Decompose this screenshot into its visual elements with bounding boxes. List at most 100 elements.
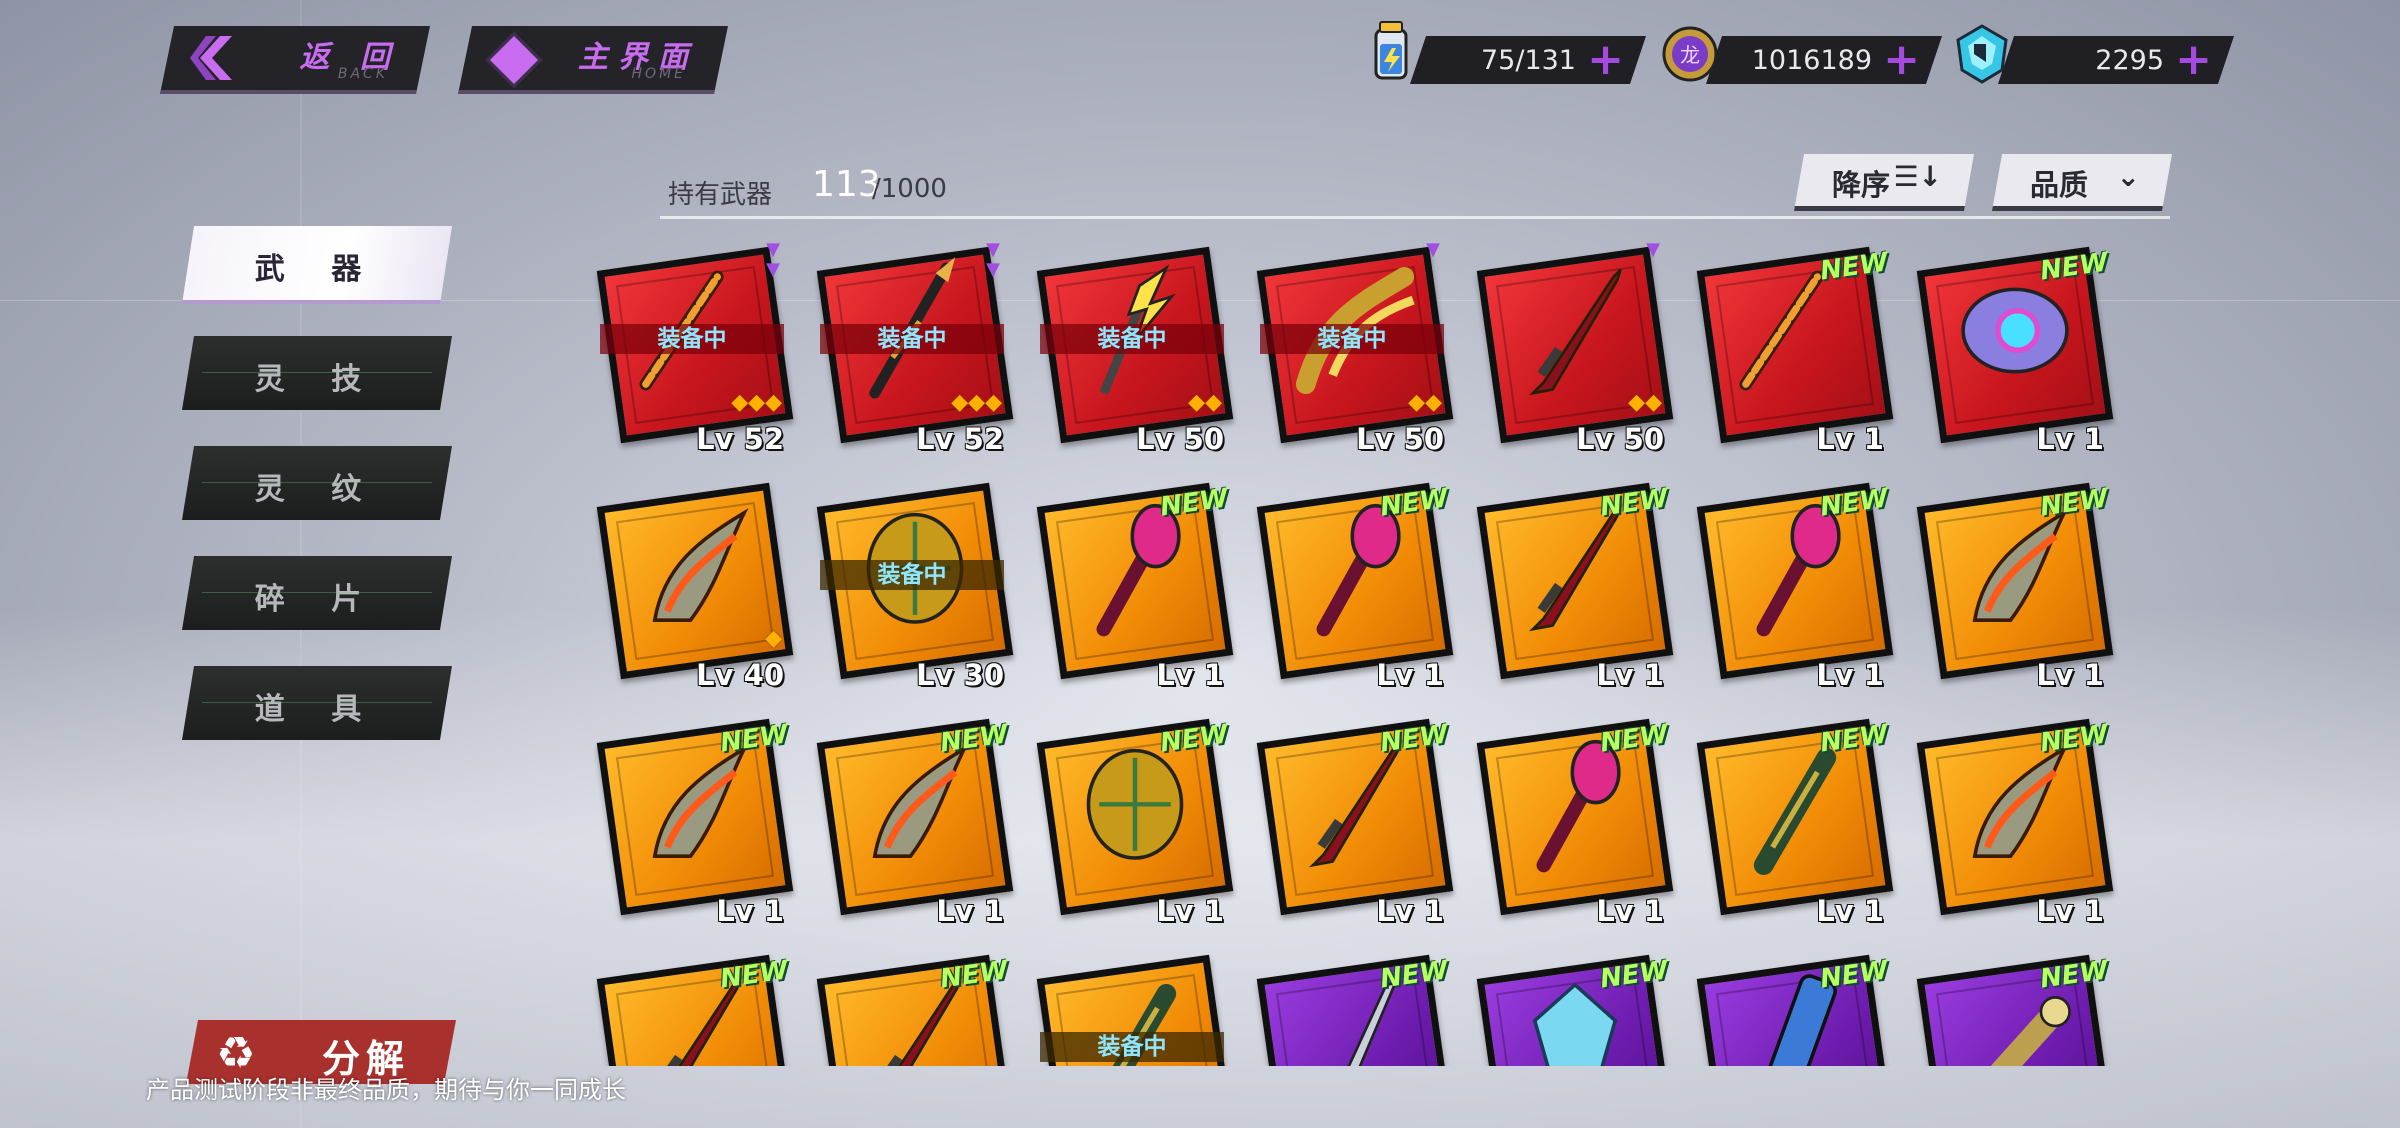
weapon-slot[interactable]: NEW [1250, 948, 1454, 1066]
rank-marker-icon: ▼ [1646, 240, 1660, 260]
tab-weapons[interactable]: 武 器 [182, 226, 452, 304]
weapon-slot[interactable]: NEW Lv 1 [1470, 476, 1674, 692]
star-rating: ◆◆ [1188, 390, 1222, 415]
home-sublabel: HOME [631, 66, 686, 82]
weapon-slot[interactable]: NEW Lv 1 [1250, 476, 1454, 692]
footer-notice: 产品测试阶段非最终品质，期待与你一同成长 [146, 1076, 626, 1104]
star-rating: ◆◆◆ [731, 390, 782, 415]
weapon-slot[interactable]: 装备中 ▼ ▼ ◆◆◆ Lv 52 [810, 240, 1014, 456]
crystal-icon [1956, 24, 2008, 84]
energy-value: 75/131 [1481, 45, 1576, 76]
weapon-slot[interactable]: NEW Lv 1 [1030, 712, 1234, 928]
weapon-slot[interactable]: NEW Lv 1 [1910, 240, 2114, 456]
weapon-slot[interactable]: NEW Lv 1 [1470, 712, 1674, 928]
add-crystal-button[interactable]: + [2175, 38, 2212, 82]
tab-label: 碎 片 [254, 582, 380, 617]
weapon-slot[interactable]: NEW [1690, 948, 1894, 1066]
weapon-slot[interactable]: NEW Lv 1 [1910, 712, 2114, 928]
sort-descending-icon: ☰↓ [1893, 160, 1942, 193]
weapon-slot[interactable]: NEW Lv 1 [1250, 712, 1454, 928]
crystal-value: 2295 [2095, 45, 2164, 76]
rank-marker-icon: ▼ ▼ [986, 240, 1000, 280]
weapon-slot[interactable]: 装备中 ▼ ▼ ◆◆◆ Lv 52 [590, 240, 794, 456]
weapon-slot[interactable]: 装备中 Lv 30 [810, 476, 1014, 692]
weapon-level: Lv 50 [1136, 422, 1224, 456]
weapon-slot[interactable]: 装备中 ▼ ◆◆ Lv 50 [1250, 240, 1454, 456]
tab-items[interactable]: 道 具 [182, 666, 452, 740]
weapon-level: Lv 1 [1816, 422, 1884, 456]
weapon-slot[interactable]: 装备中 [1030, 948, 1234, 1066]
weapon-level: Lv 1 [2036, 658, 2104, 692]
tab-label: 灵 纹 [254, 472, 380, 507]
weapon-slot[interactable]: NEW Lv 1 [590, 712, 794, 928]
weapon-slot[interactable]: NEW [1470, 948, 1674, 1066]
weapon-slot[interactable]: NEW [1910, 948, 2114, 1066]
star-rating: ◆ [765, 626, 782, 651]
header-divider [660, 216, 2170, 219]
weapon-level: Lv 1 [1376, 894, 1444, 928]
coin-icon: 龙 [1662, 26, 1718, 82]
rank-marker-icon: ▼ [1426, 240, 1440, 260]
weapon-slot[interactable]: NEW Lv 1 [1910, 476, 2114, 692]
weapon-slot[interactable]: NEW [590, 948, 794, 1066]
weapon-level: Lv 1 [1596, 658, 1664, 692]
svg-text:龙: 龙 [1680, 43, 1700, 67]
back-sublabel: BACK [337, 66, 388, 82]
weapon-slot[interactable]: 装备中 ◆◆ Lv 50 [1030, 240, 1234, 456]
weapon-slot[interactable]: NEW Lv 1 [1030, 476, 1234, 692]
weapon-level: Lv 1 [1596, 894, 1664, 928]
back-arrow-icon [190, 36, 240, 80]
weapon-slot[interactable]: NEW Lv 1 [1690, 240, 1894, 456]
tab-runes[interactable]: 灵 纹 [182, 446, 452, 520]
weapon-level: Lv 1 [1156, 658, 1224, 692]
equipped-badge: 装备中 [820, 324, 1004, 354]
tab-label: 武 器 [254, 252, 380, 287]
weapon-level: Lv 1 [1816, 658, 1884, 692]
weapon-slot[interactable]: ▼ ◆◆ Lv 50 [1470, 240, 1674, 456]
flame-claw-icon [652, 508, 749, 622]
weapon-level: Lv 52 [696, 422, 784, 456]
tab-label: 道 具 [254, 692, 380, 727]
weapon-level: Lv 40 [696, 658, 784, 692]
star-rating: ◆◆ [1628, 390, 1662, 415]
owned-weapons-count: 113 [812, 164, 881, 205]
home-button[interactable]: 主界面 HOME [458, 26, 728, 94]
tab-skills[interactable]: 灵 技 [182, 336, 452, 410]
tab-fragments[interactable]: 碎 片 [182, 556, 452, 630]
equipped-badge: 装备中 [1040, 324, 1224, 354]
weapon-level: Lv 1 [2036, 894, 2104, 928]
coin-value: 1016189 [1751, 45, 1872, 76]
weapon-slot[interactable]: ◆ Lv 40 [590, 476, 794, 692]
energy-icon [1374, 21, 1408, 80]
rank-marker-icon: ▼ ▼ [766, 240, 780, 280]
add-energy-button[interactable]: + [1587, 38, 1624, 82]
sort-order-button[interactable]: 降序 ☰↓ [1794, 154, 1974, 211]
coin-counter: 1016189 + [1706, 36, 1942, 84]
equipped-badge: 装备中 [600, 324, 784, 354]
energy-counter: 75/131 + [1410, 36, 1646, 84]
weapon-slot[interactable]: NEW [810, 948, 1014, 1066]
back-button[interactable]: 返 回 BACK [160, 26, 430, 94]
chevron-down-icon: ⌄ [2116, 160, 2140, 193]
weapon-slot[interactable]: NEW Lv 1 [1690, 476, 1894, 692]
weapon-level: Lv 50 [1356, 422, 1444, 456]
weapon-level: Lv 1 [716, 894, 784, 928]
crystal-counter: 2295 + [1998, 36, 2234, 84]
sort-order-label: 降序 [1832, 168, 1891, 202]
quality-filter-button[interactable]: 品质 ⌄ [1992, 154, 2172, 211]
weapon-level: Lv 1 [1376, 658, 1444, 692]
owned-weapons-max: /1000 [872, 174, 947, 204]
equipped-badge: 装备中 [820, 560, 1004, 590]
weapon-grid: 装备中 ▼ ▼ ◆◆◆ Lv 52 装备中 ▼ ▼ ◆◆◆ Lv 52 装备中 ◆◆ Lv 50 装备… [590, 240, 2150, 1066]
star-rating: ◆◆◆ [951, 390, 1002, 415]
weapon-level: Lv 50 [1576, 422, 1664, 456]
weapon-level: Lv 52 [916, 422, 1004, 456]
weapon-slot[interactable]: NEW Lv 1 [1690, 712, 1894, 928]
star-rating: ◆◆ [1408, 390, 1442, 415]
home-diamond-icon [486, 32, 543, 89]
weapon-slot[interactable]: NEW Lv 1 [810, 712, 1014, 928]
weapon-level: Lv 1 [1156, 894, 1224, 928]
weapon-level: Lv 1 [1816, 894, 1884, 928]
equipped-badge: 装备中 [1260, 324, 1444, 354]
add-coin-button[interactable]: + [1883, 38, 1920, 82]
